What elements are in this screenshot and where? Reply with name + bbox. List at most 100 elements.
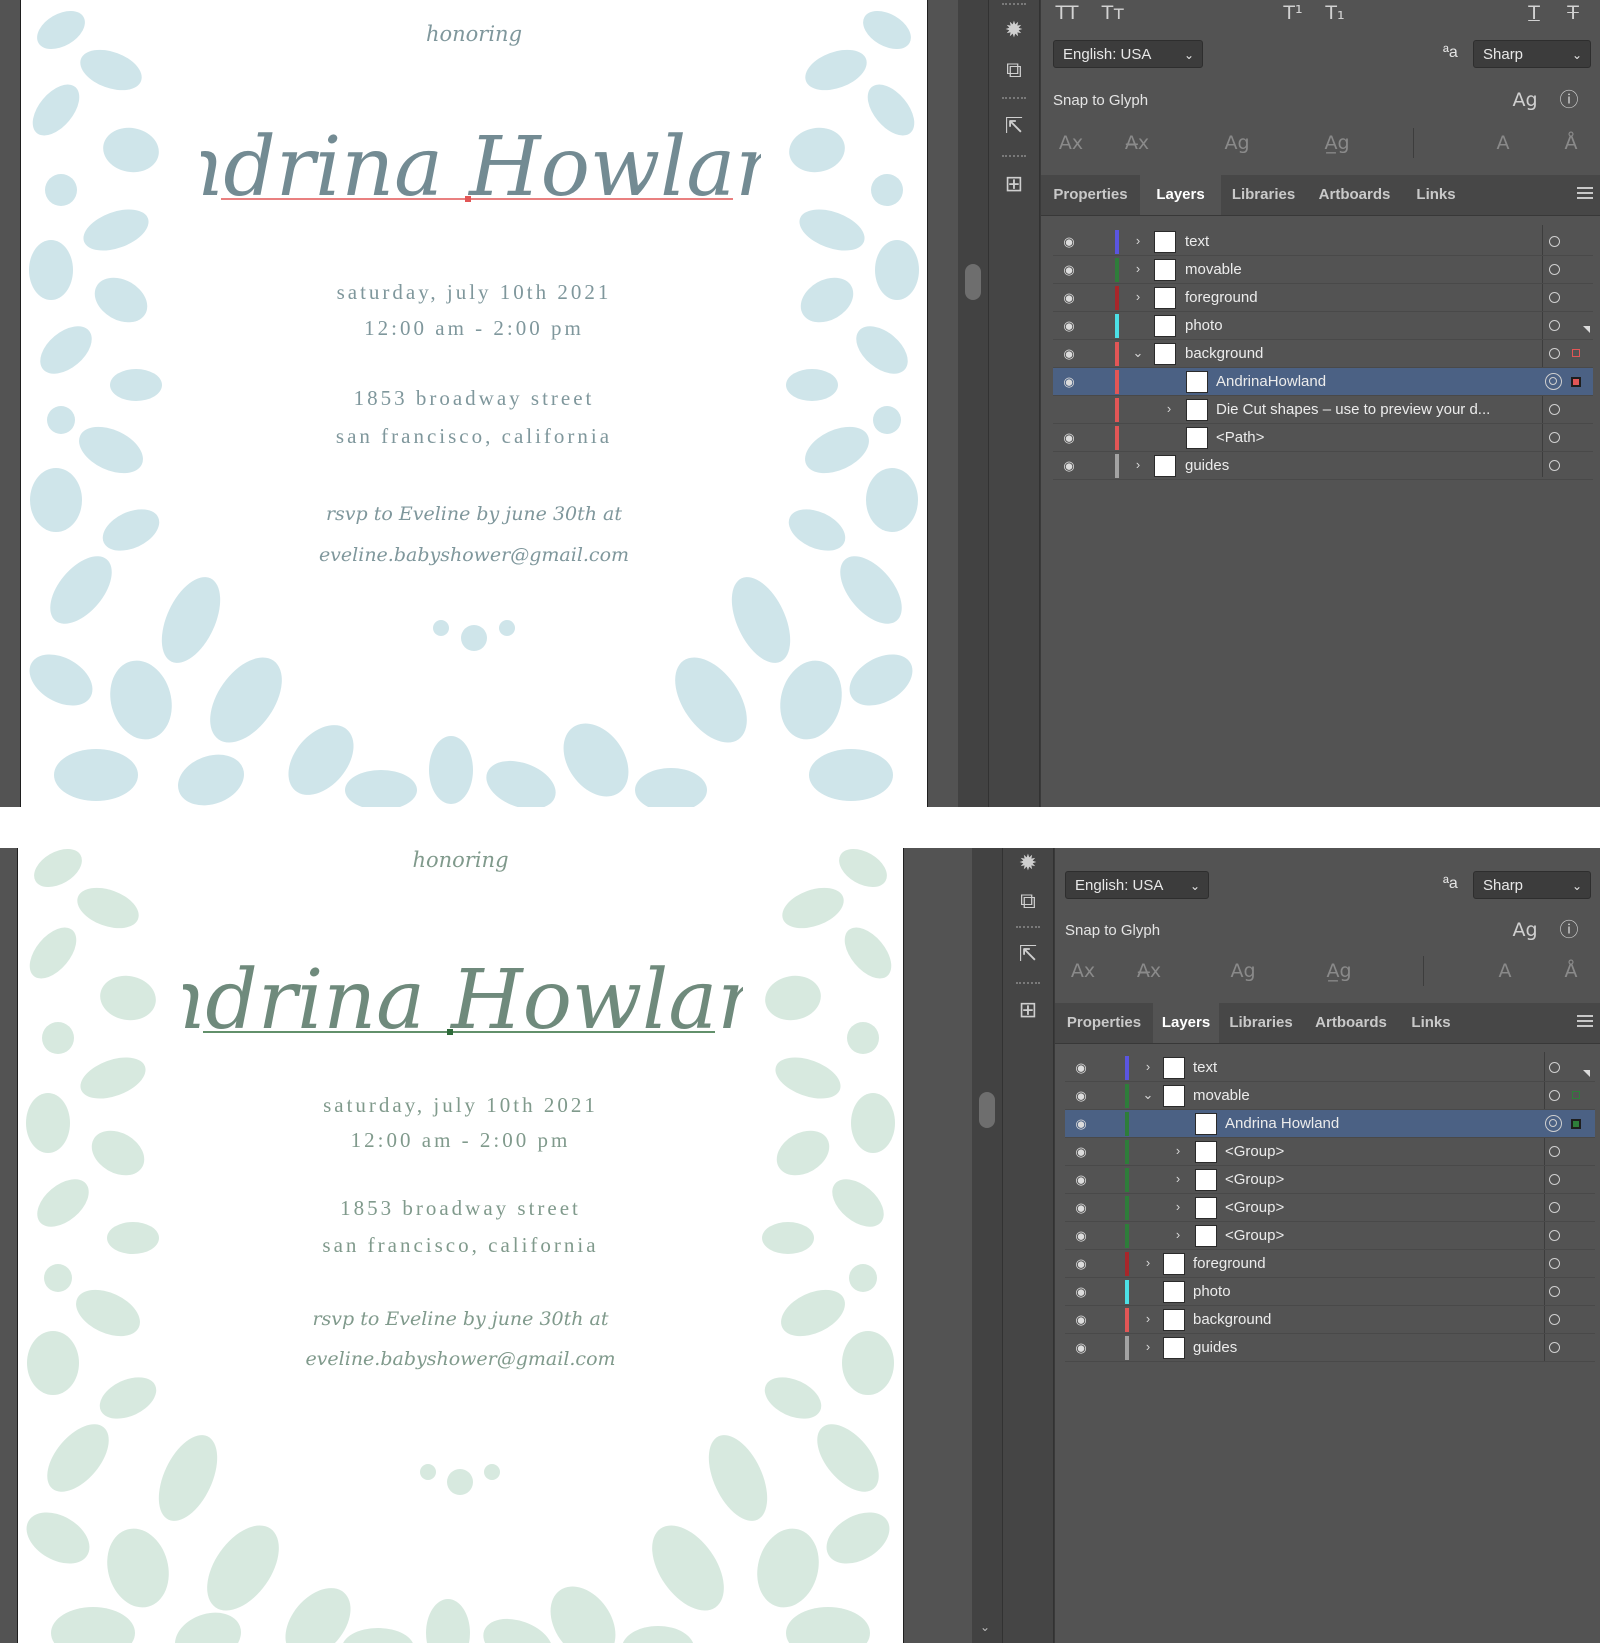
scroll-thumb[interactable] xyxy=(979,1092,995,1128)
layer-row[interactable]: ◉ photo xyxy=(1065,1278,1595,1306)
chevron-right-icon[interactable]: › xyxy=(1171,1169,1185,1189)
chevron-right-icon[interactable]: › xyxy=(1171,1225,1185,1245)
selection-indicator[interactable] xyxy=(1571,1119,1581,1129)
export-icon[interactable]: ⇱ xyxy=(1001,113,1027,139)
dock-grip[interactable] xyxy=(1002,155,1026,163)
chevron-right-icon[interactable]: › xyxy=(1141,1337,1155,1357)
tab-artboards[interactable]: Artboards xyxy=(1306,175,1403,215)
artboard-canvas[interactable]: honoring Andrina Howland saturday, july … xyxy=(17,848,904,1643)
layer-name[interactable]: AndrinaHowland xyxy=(1216,368,1326,396)
target-circle-icon[interactable] xyxy=(1549,1174,1560,1185)
eye-icon[interactable]: ◉ xyxy=(1071,1228,1091,1244)
underline-icon[interactable]: T xyxy=(1516,0,1552,28)
target-selected-icon[interactable] xyxy=(1545,1115,1562,1132)
layer-name[interactable]: <Group> xyxy=(1225,1222,1284,1250)
layer-row[interactable]: ◉ <Path> xyxy=(1053,424,1593,452)
target-circle-icon[interactable] xyxy=(1549,432,1560,443)
export-icon[interactable]: ⇱ xyxy=(1015,941,1041,967)
target-selected-icon[interactable] xyxy=(1545,373,1562,390)
superscript-icon[interactable]: T¹ xyxy=(1275,0,1311,28)
eye-icon[interactable]: ◉ xyxy=(1071,1172,1091,1188)
eye-icon[interactable]: ◉ xyxy=(1071,1256,1091,1272)
all-caps-icon[interactable]: TT xyxy=(1049,0,1085,28)
layer-name[interactable]: <Group> xyxy=(1225,1138,1284,1166)
layer-row[interactable]: ◉ › <Group> xyxy=(1065,1166,1595,1194)
transform-icon[interactable]: ⧉ xyxy=(1015,888,1041,914)
eye-icon[interactable]: ◉ xyxy=(1059,430,1079,446)
target-circle-icon[interactable] xyxy=(1549,404,1560,415)
target-circle-icon[interactable] xyxy=(1549,320,1560,331)
artboards-icon[interactable]: ⊞ xyxy=(1001,171,1027,197)
eye-icon[interactable]: ◉ xyxy=(1071,1312,1091,1328)
small-caps-icon[interactable]: Tт xyxy=(1095,0,1131,28)
layer-name[interactable]: foreground xyxy=(1185,284,1258,312)
subscript-icon[interactable]: T₁ xyxy=(1317,0,1353,28)
layer-row[interactable]: ◉ › background xyxy=(1065,1306,1595,1334)
tab-layers[interactable]: Layers xyxy=(1140,175,1221,215)
target-circle-icon[interactable] xyxy=(1549,1090,1560,1101)
tab-properties[interactable]: Properties xyxy=(1055,1003,1153,1043)
antialias-dropdown[interactable]: Sharp ⌄ xyxy=(1473,871,1591,899)
dock-grip[interactable] xyxy=(1002,97,1026,105)
chevron-down-icon[interactable]: ⌄ xyxy=(1141,1085,1155,1105)
target-circle-icon[interactable] xyxy=(1549,1146,1560,1157)
snap-anchor-icon[interactable]: Å xyxy=(1553,128,1589,158)
snap-angular-icon[interactable]: A xyxy=(1485,128,1521,158)
target-circle-icon[interactable] xyxy=(1549,1062,1560,1073)
eye-icon[interactable]: ◉ xyxy=(1059,346,1079,362)
eye-icon[interactable]: ◉ xyxy=(1071,1116,1091,1132)
appearance-icon[interactable]: ✹ xyxy=(1001,17,1027,43)
layer-name[interactable]: <Group> xyxy=(1225,1166,1284,1194)
panel-menu-icon[interactable] xyxy=(1577,1015,1593,1027)
scroll-thumb[interactable] xyxy=(965,264,981,300)
snap-glyph-bounds-icon[interactable]: Ag xyxy=(1225,956,1261,986)
target-circle-icon[interactable] xyxy=(1549,348,1560,359)
layer-name[interactable]: text xyxy=(1193,1054,1217,1082)
chevron-right-icon[interactable]: › xyxy=(1141,1057,1155,1077)
layer-name[interactable]: movable xyxy=(1193,1082,1250,1110)
canvas-scrollbar[interactable] xyxy=(958,0,988,807)
script-name-art[interactable]: Andrina Howland xyxy=(183,928,743,1068)
snap-xheight-icon[interactable]: A̶x xyxy=(1131,956,1167,986)
dock-grip[interactable] xyxy=(1016,982,1040,990)
layer-row[interactable]: ◉ › foreground xyxy=(1065,1250,1595,1278)
snap-anchor-icon[interactable]: Å xyxy=(1553,956,1589,986)
chevron-right-icon[interactable]: › xyxy=(1131,259,1145,279)
tab-properties[interactable]: Properties xyxy=(1041,175,1140,215)
eye-icon[interactable]: ◉ xyxy=(1071,1088,1091,1104)
tab-links[interactable]: Links xyxy=(1403,175,1469,215)
snap-xheight-icon[interactable]: A̶x xyxy=(1119,128,1155,158)
tab-libraries[interactable]: Libraries xyxy=(1219,1003,1303,1043)
layer-row[interactable]: ◉ › guides xyxy=(1053,452,1593,480)
antialias-dropdown[interactable]: Sharp ⌄ xyxy=(1473,40,1591,68)
target-circle-icon[interactable] xyxy=(1549,1342,1560,1353)
layer-row-selected[interactable]: ◉ AndrinaHowland xyxy=(1053,368,1593,396)
target-circle-icon[interactable] xyxy=(1549,1286,1560,1297)
layer-row[interactable]: ◉ › <Group> xyxy=(1065,1222,1595,1250)
eye-icon[interactable]: ◉ xyxy=(1071,1284,1091,1300)
scroll-down-arrow-icon[interactable]: ⌄ xyxy=(980,1620,990,1634)
chevron-right-icon[interactable]: › xyxy=(1162,399,1176,419)
glyph-options-icon[interactable]: Ag xyxy=(1507,85,1543,115)
panel-menu-icon[interactable] xyxy=(1577,187,1593,199)
layer-row[interactable]: ◉ › guides xyxy=(1065,1334,1595,1362)
script-name-art[interactable]: Andrina Howland xyxy=(201,95,761,235)
language-dropdown[interactable]: English: USA ⌄ xyxy=(1053,40,1203,68)
layer-name[interactable]: background xyxy=(1185,340,1263,368)
layer-name[interactable]: <Group> xyxy=(1225,1194,1284,1222)
tab-artboards[interactable]: Artboards xyxy=(1303,1003,1399,1043)
chevron-down-icon[interactable]: ⌄ xyxy=(1131,343,1145,363)
eye-icon[interactable]: ◉ xyxy=(1071,1060,1091,1076)
tab-libraries[interactable]: Libraries xyxy=(1221,175,1306,215)
eye-icon[interactable]: ◉ xyxy=(1071,1144,1091,1160)
layer-name[interactable]: Andrina Howland xyxy=(1225,1110,1339,1138)
target-circle-icon[interactable] xyxy=(1549,236,1560,247)
layer-name[interactable]: photo xyxy=(1185,312,1223,340)
eye-icon[interactable]: ◉ xyxy=(1071,1340,1091,1356)
selection-indicator[interactable] xyxy=(1571,377,1581,387)
artboard-canvas[interactable]: honoring Andrina Howland saturday, july … xyxy=(20,0,928,807)
layer-name[interactable]: movable xyxy=(1185,256,1242,284)
eye-icon[interactable]: ◉ xyxy=(1059,234,1079,250)
layer-row[interactable]: ◉ ⌄ movable xyxy=(1065,1070,1595,1110)
info-icon[interactable]: ⓘ xyxy=(1551,915,1587,945)
